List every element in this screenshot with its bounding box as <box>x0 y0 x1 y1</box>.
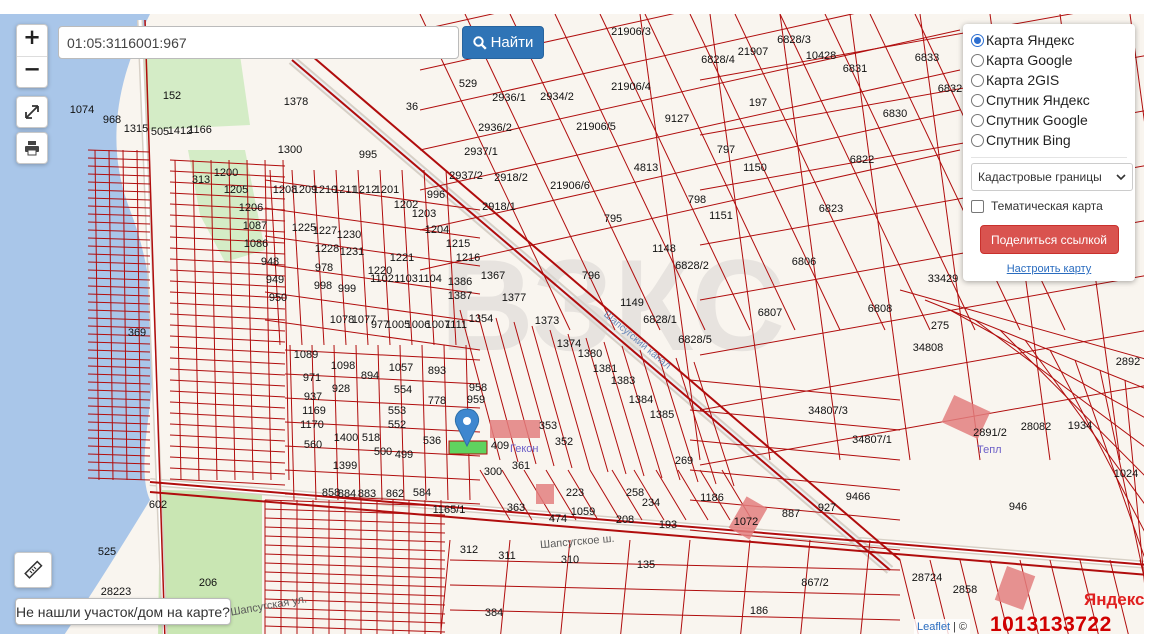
search-button-label: Найти <box>490 34 534 51</box>
panel-divider <box>971 157 1127 158</box>
radio-icon <box>971 73 984 87</box>
provider-logo: Яндекс <box>1084 590 1145 609</box>
zoom-out-button[interactable]: − <box>17 56 47 87</box>
overlay-select[interactable]: Кадастровые границы <box>971 163 1133 191</box>
search-icon <box>472 35 487 50</box>
location-marker-icon <box>454 408 480 448</box>
radio-icon <box>971 53 984 67</box>
layer-panel: Карта Яндекс Карта Google Карта 2GIS Спу… <box>963 24 1135 281</box>
cadastral-search-input[interactable] <box>58 26 459 59</box>
not-found-button[interactable]: Не нашли участок/дом на карте? <box>15 598 231 625</box>
frame-top <box>0 0 1149 14</box>
layer-label: Карта 2GIS <box>986 72 1060 88</box>
radio-icon <box>971 113 984 127</box>
print-button[interactable] <box>16 132 48 164</box>
overlay-select-value: Кадастровые границы <box>978 170 1102 184</box>
zoom-control: + − <box>16 24 48 88</box>
layer-label: Спутник Яндекс <box>986 92 1090 108</box>
frame-bottom <box>0 634 1149 641</box>
ruler-button[interactable] <box>14 552 52 588</box>
share-link-button[interactable]: Поделиться ссылкой <box>979 225 1119 254</box>
layer-option-yandex-satellite[interactable]: Спутник Яндекс <box>971 90 1127 110</box>
checkbox-icon <box>971 199 984 213</box>
radio-icon <box>971 33 984 47</box>
thematic-map-label: Тематическая карта <box>991 199 1103 213</box>
layer-option-google-satellite[interactable]: Спутник Google <box>971 110 1127 130</box>
radio-icon <box>971 133 984 147</box>
expand-icon <box>25 105 39 119</box>
chevron-down-icon <box>1116 173 1126 180</box>
layer-option-yandex-map[interactable]: Карта Яндекс <box>971 30 1127 50</box>
layer-label: Спутник Bing <box>986 132 1071 148</box>
layer-option-2gis-map[interactable]: Карта 2GIS <box>971 70 1127 90</box>
layer-label: Карта Яндекс <box>986 32 1075 48</box>
ruler-icon <box>24 560 43 579</box>
leaflet-link[interactable]: Leaflet <box>917 621 950 633</box>
listing-id: 1013133722 <box>990 613 1112 636</box>
layer-option-google-map[interactable]: Карта Google <box>971 50 1127 70</box>
thematic-map-toggle[interactable]: Тематическая карта <box>971 199 1127 213</box>
attribution: Leaflet | © <box>914 619 970 634</box>
frame-right <box>1144 0 1149 641</box>
configure-map-link[interactable]: Настроить карту <box>971 263 1127 275</box>
layer-option-bing-satellite[interactable]: Спутник Bing <box>971 130 1127 150</box>
layer-label: Карта Google <box>986 52 1073 68</box>
layer-label: Спутник Google <box>986 112 1088 128</box>
search-button[interactable]: Найти <box>462 26 544 59</box>
zoom-in-button[interactable]: + <box>17 25 47 56</box>
radio-icon <box>971 93 984 107</box>
copyright-mark: © <box>958 620 967 633</box>
printer-icon <box>25 141 39 156</box>
fullscreen-button[interactable] <box>16 96 48 128</box>
attribution-separator: | <box>953 620 956 633</box>
